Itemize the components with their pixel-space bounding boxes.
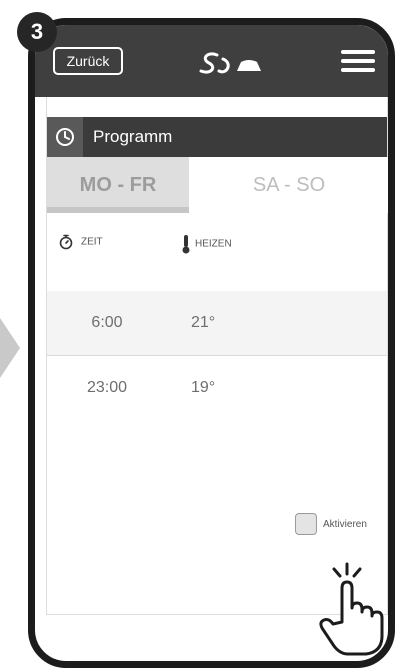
tab-sa-so-label: SA - SO <box>252 174 326 196</box>
thermometer-icon <box>182 235 190 254</box>
schedule-row[interactable]: 23:00 19° <box>47 356 387 420</box>
tab-mo-fr[interactable]: MO - FR <box>47 157 189 213</box>
step-number-badge: 3 <box>17 12 57 52</box>
column-header-heat: HEIZEN <box>181 234 232 254</box>
program-title: Programm <box>93 127 173 146</box>
pointer-arrow <box>0 318 20 378</box>
program-icon-box <box>47 117 83 157</box>
column-time-label: ZEIT <box>81 236 103 248</box>
program-panel: Programm MO - FR SA - SO ZEIT HEIZEN 6:0… <box>46 97 388 615</box>
schedule-temp: 21° <box>191 314 216 331</box>
schedule-temp: 19° <box>191 379 216 396</box>
schedule-row[interactable]: 6:00 21° <box>47 291 387 356</box>
brand-logo-icon <box>199 52 261 74</box>
app-header: Zurück <box>35 25 388 97</box>
clock-icon <box>56 128 74 146</box>
activate-label: Aktivieren <box>323 518 367 530</box>
column-header-time: ZEIT <box>59 234 103 250</box>
activate-checkbox[interactable] <box>295 513 317 535</box>
schedule-time: 6:00 <box>91 314 123 331</box>
pointing-hand-icon <box>319 562 384 656</box>
hamburger-menu-icon[interactable] <box>341 50 375 74</box>
schedule-time: 23:00 <box>86 379 128 396</box>
tab-sa-so[interactable]: SA - SO <box>189 157 388 213</box>
active-tab-indicator <box>47 207 189 213</box>
activate-control: Aktivieren <box>295 513 367 535</box>
back-button[interactable]: Zurück <box>53 47 123 75</box>
program-header: Programm <box>47 117 387 157</box>
stopwatch-icon <box>59 234 73 250</box>
column-heat-label: HEIZEN <box>195 238 232 250</box>
tab-mo-fr-label: MO - FR <box>79 174 157 196</box>
